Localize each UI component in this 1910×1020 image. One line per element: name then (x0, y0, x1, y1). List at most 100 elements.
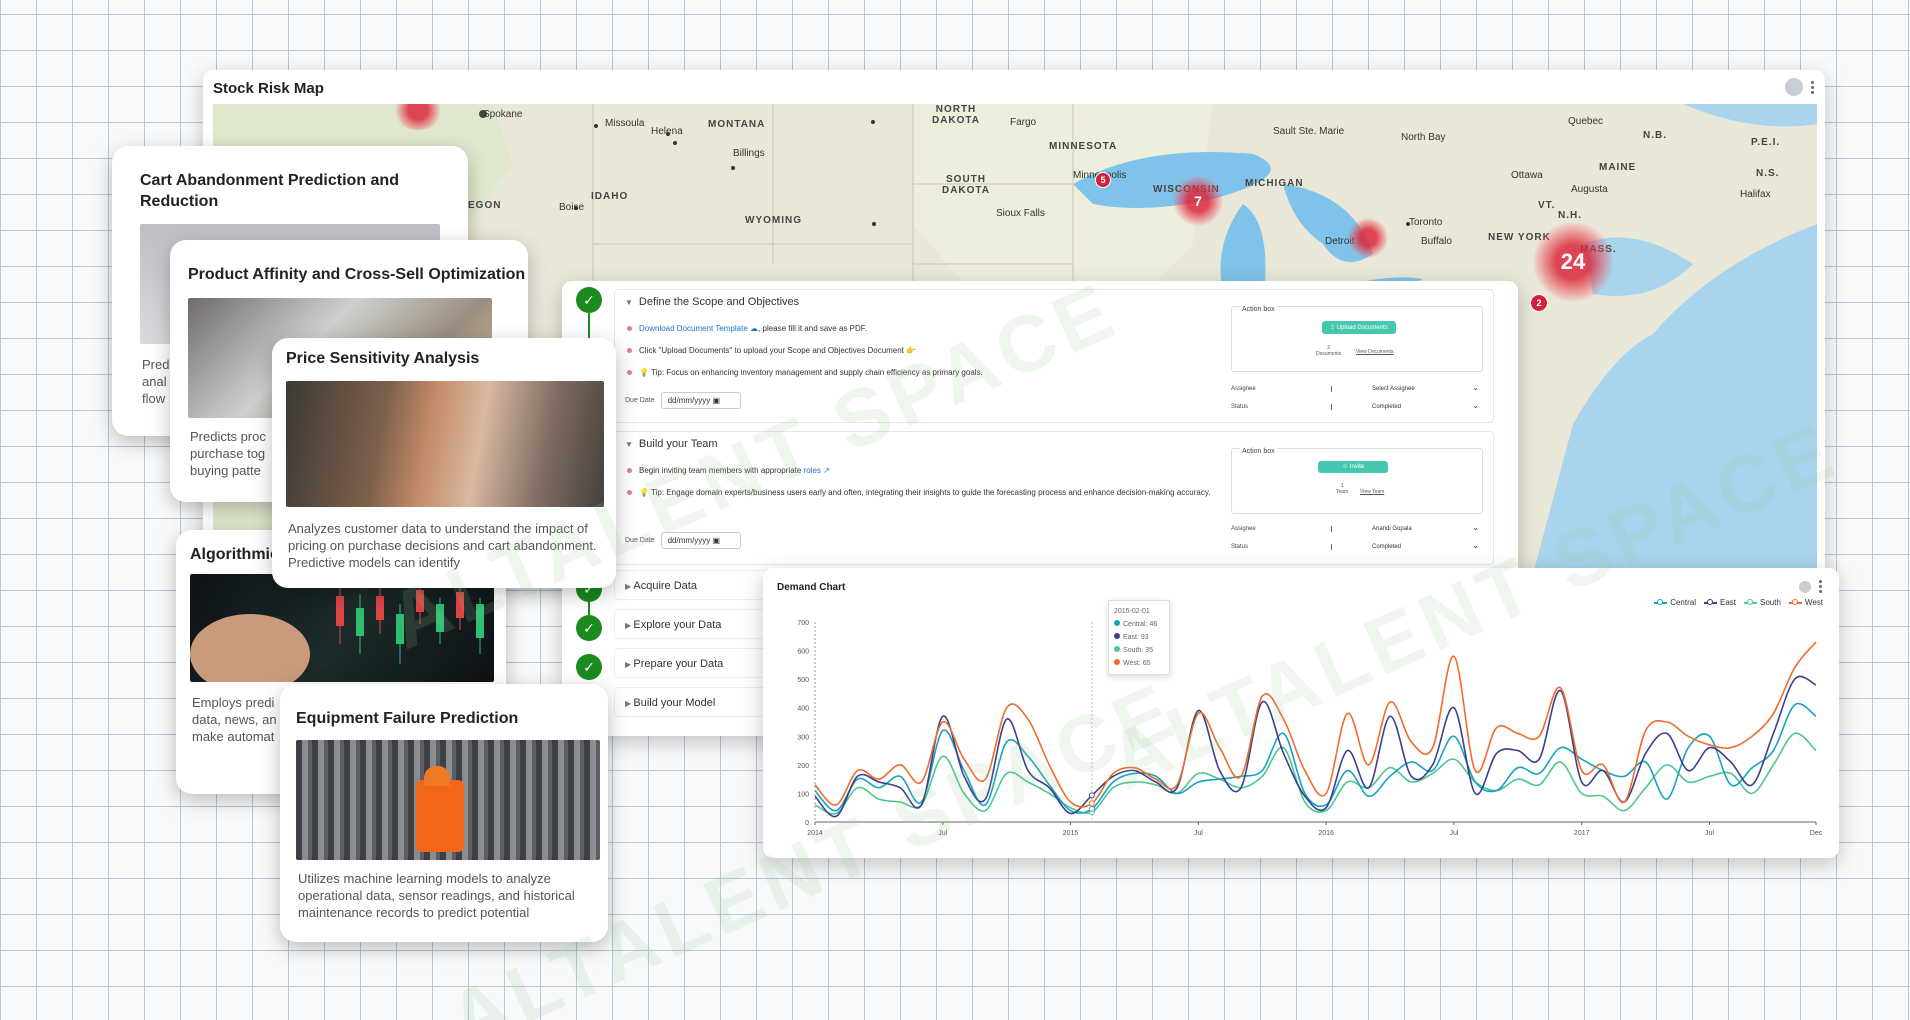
risk-cluster-marker[interactable]: 24 (1533, 222, 1613, 302)
due-date-input[interactable]: dd/mm/yyyy ▣ (660, 392, 741, 409)
card-description: Utilizes machine learning models to anal… (298, 871, 575, 920)
x-tick-label: 2014 (807, 830, 823, 837)
invite-button[interactable]: ☺ Invite (1318, 461, 1389, 473)
map-title: Stock Risk Map (213, 80, 324, 97)
step-complete-check-icon: ✓ (576, 287, 602, 313)
x-tick-label: 2016 (1318, 830, 1334, 837)
external-link-icon: ↗ (820, 466, 830, 475)
y-tick-label: 0 (805, 820, 809, 827)
risk-cluster-marker[interactable] (1348, 218, 1388, 258)
legend-dot (1114, 620, 1120, 626)
card-title: Equipment Failure Prediction (296, 710, 519, 727)
caret-down-icon: ▼ (625, 440, 633, 449)
calendar-icon: ▣ (712, 396, 721, 405)
team-count: 1 Team (1336, 483, 1349, 495)
step-complete-check-icon: ✓ (576, 654, 602, 680)
y-tick-label: 600 (797, 649, 809, 656)
step-title: Define the Scope and Objectives (638, 296, 800, 308)
map-state-label: EGON (468, 200, 502, 211)
map-city-label: Toronto (1409, 217, 1443, 228)
hard-hat-figure (424, 766, 450, 786)
map-state-label: N.B. (1643, 130, 1667, 141)
map-city-label: Missoula (605, 118, 645, 129)
step-header[interactable]: ▼ Define the Scope and Objectives (625, 296, 799, 308)
card-description: Predicts proc purchase tog buying patte (190, 429, 266, 478)
upload-documents-button[interactable]: ⇪ Upload Documents (1322, 321, 1396, 334)
map-state-label: SOUTH DAKOTA (941, 174, 991, 196)
y-tick-label: 400 (797, 706, 809, 713)
document-count: 2 Documents (1316, 345, 1342, 357)
legend-dot (1114, 659, 1120, 665)
action-box: Action box ☺ Invite 1 Team View Team (1231, 448, 1483, 514)
map-city-label: Quebec (1568, 116, 1604, 127)
map-state-label: N.S. (1756, 168, 1780, 179)
map-state-label: MAINE (1599, 162, 1637, 173)
chart-tooltip: 2015-02-01 Central: 46 East: 93 South: 3… (1108, 600, 1170, 675)
risk-cluster-marker[interactable]: 2 (1530, 294, 1548, 312)
x-tick-label: Dec (1810, 830, 1823, 837)
usecase-card-price-sensitivity[interactable]: Price Sensitivity Analysis Analyzes cust… (272, 338, 616, 588)
map-state-label: IDAHO (591, 191, 629, 202)
candlestick-image (190, 584, 484, 694)
cloud-icon: ☁ (747, 324, 759, 333)
x-tick-label: Jul (1194, 830, 1203, 837)
view-team-link[interactable]: View Team (1360, 489, 1384, 495)
upload-icon: ⇪ (1330, 325, 1337, 331)
step-title: Build your Team (638, 438, 718, 450)
y-tick-label: 200 (797, 763, 809, 770)
worker-figure (416, 780, 464, 852)
step-bullet: Begin inviting team members with appropr… (627, 466, 830, 475)
y-tick-label: 500 (797, 677, 809, 684)
hover-point-west (1088, 800, 1095, 807)
step-build-team: ▼ Build your Team Begin inviting team mem… (614, 431, 1494, 565)
step-bullet: 💡 Tip: Focus on enhancing inventory mana… (627, 368, 983, 377)
step-define-scope: ▼ Define the Scope and Objectives Downloa… (614, 289, 1494, 423)
map-state-label: MICHIGAN (1245, 178, 1304, 189)
demand-line-chart[interactable]: 0 100 200 300 400 500 600 700 2014 Jul 2015 Jul 2016… (763, 568, 1839, 858)
card-title: Algorithmic (190, 546, 279, 563)
download-template-link[interactable]: Download Document Template (639, 324, 748, 333)
map-state-label: P.E.I. (1751, 137, 1781, 148)
due-date-input[interactable]: dd/mm/yyyy ▣ (660, 532, 741, 549)
step-header[interactable]: ▼ Build your Team (625, 438, 718, 450)
view-documents-link[interactable]: View Documents (1356, 349, 1393, 355)
map-city-label: Buffalo (1421, 236, 1452, 247)
map-city-label: Sioux Falls (996, 208, 1045, 219)
map-state-label: VT. (1538, 200, 1556, 211)
y-tick-label: 100 (797, 791, 809, 798)
map-state-label: NORTH DAKOTA (931, 104, 981, 126)
series-line-central (814, 702, 1817, 814)
map-state-label: MONTANA (708, 119, 766, 130)
x-tick-label: Jul (1705, 830, 1714, 837)
legend-dot (1114, 646, 1120, 652)
step-bullet: Download Document Template ☁, please fil… (627, 324, 867, 333)
card-image (190, 574, 494, 694)
card-title: Cart Abandonment Prediction and Reductio… (140, 172, 399, 210)
hover-point-central (1088, 805, 1095, 812)
roles-link[interactable]: roles (804, 466, 821, 475)
series-line-west (814, 641, 1817, 808)
risk-cluster-marker[interactable]: 7 (1173, 176, 1223, 226)
map-city-label: Sault Ste. Marie (1273, 126, 1345, 137)
usecase-card-equipment-failure[interactable]: Equipment Failure Prediction Utilizes ma… (280, 684, 608, 942)
x-tick-label: 2015 (1063, 830, 1079, 837)
x-tick-label: Jul (938, 830, 947, 837)
card-image (286, 381, 604, 507)
map-state-label: MINNESOTA (1049, 141, 1118, 152)
kebab-menu-icon[interactable] (1811, 80, 1815, 94)
map-city-label: Ottawa (1511, 170, 1543, 181)
card-title: Product Affinity and Cross-Sell Optimiza… (188, 266, 526, 283)
demand-chart-panel: Demand Chart Central East South West 2015-0… (763, 568, 1839, 858)
due-date-field: Due Date dd/mm/yyyy ▣ (625, 392, 741, 409)
risk-cluster-marker[interactable]: 5 (1095, 172, 1111, 188)
filter-icon[interactable] (1785, 78, 1803, 96)
map-city-label: Billings (733, 148, 765, 159)
card-image (296, 740, 600, 860)
map-city-label: Augusta (1571, 184, 1608, 195)
legend-dot (1114, 633, 1120, 639)
map-city-label: Halifax (1740, 189, 1771, 200)
map-city-label: Boise (559, 202, 585, 213)
step-bullet: Click "Upload Documents" to upload your … (627, 346, 916, 355)
y-tick-label: 700 (797, 620, 809, 627)
x-tick-label: Jul (1449, 830, 1458, 837)
